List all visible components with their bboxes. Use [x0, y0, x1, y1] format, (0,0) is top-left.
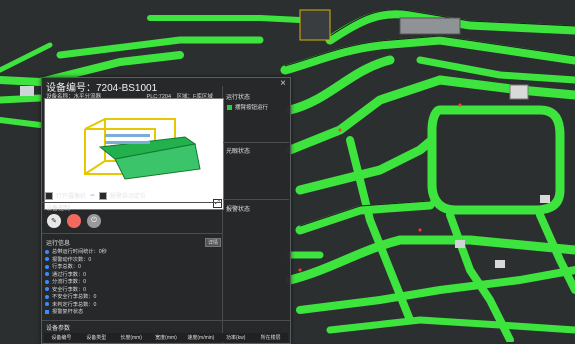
bullet-icon	[45, 249, 49, 254]
bullet-icon	[45, 272, 49, 277]
status-item: 摆臂按钮运行	[227, 103, 268, 111]
stat-item: 不安全行李总数：0	[45, 293, 107, 301]
status-square-icon	[45, 309, 49, 314]
bullet-icon	[45, 279, 49, 284]
stat-item: 报警复杆状态	[45, 308, 107, 316]
divider	[223, 142, 289, 143]
expand-icon[interactable]: ⤢	[213, 199, 222, 208]
open-camera-label: 打开摄像机	[56, 194, 87, 200]
auto-locate-checkbox[interactable]	[99, 191, 108, 200]
divider	[42, 233, 222, 234]
divider	[223, 199, 289, 200]
camera-options-row: 打开摄像机 ⇔ 报警自动定位	[45, 191, 146, 200]
bullet-icon	[45, 287, 49, 292]
stat-item: 未判定行李总数：0	[45, 301, 107, 309]
stop-button[interactable]	[67, 214, 81, 228]
stat-item: 安全行李数：0	[45, 286, 107, 294]
bullet-icon	[45, 302, 49, 307]
bullet-icon	[45, 257, 49, 262]
device-params-title: 设备参数	[46, 326, 71, 332]
open-camera-checkbox[interactable]	[45, 191, 53, 200]
device-info-dialog: 设备编号：7204-BS1001 × 设备名称：水平分流器 PLC:7204 区…	[41, 77, 291, 344]
device-control-title: 设备控制	[46, 206, 71, 212]
stat-item: 分流行李数：0	[45, 278, 107, 286]
stat-item: 总带运行时间统计：0秒	[45, 248, 107, 256]
diverter-model-image	[45, 99, 223, 191]
bullet-icon	[45, 294, 49, 299]
table-header-cell: 设备编号	[51, 335, 72, 341]
alarm-status-title: 报警状态	[226, 207, 251, 213]
table-header-cell: 功率(kw)	[226, 335, 246, 341]
bullet-icon	[45, 264, 49, 269]
status-ok-icon	[227, 104, 232, 110]
stat-item: 通过行李数：0	[45, 271, 107, 279]
stat-item: 行李总数：0	[45, 263, 107, 271]
detail-button[interactable]: 详情	[205, 238, 222, 247]
table-header-cell: 长度(mm)	[120, 335, 142, 341]
table-header-cell: 宽度(mm)	[155, 335, 177, 341]
photo-eye-status-title: 光眼状态	[226, 149, 251, 155]
run-status-title: 运行状态	[226, 95, 251, 101]
power-button[interactable]: ⏻	[87, 214, 101, 228]
auto-locate-label: 报警自动定位	[110, 194, 147, 200]
divider	[42, 320, 290, 321]
run-info-title: 运行信息	[46, 241, 71, 247]
stat-item: 报警动作次数：0	[45, 256, 107, 264]
manual-control-button[interactable]: ✎	[47, 214, 61, 228]
close-icon[interactable]: ×	[280, 78, 286, 89]
table-header-cell: 设备类型	[86, 335, 107, 341]
link-icon[interactable]: ⇔	[89, 192, 96, 199]
table-header-cell: 速度(m/min)	[187, 335, 215, 341]
params-table-header: 设备编号 设备类型 长度(mm) 宽度(mm) 速度(m/min) 功率(kw)…	[44, 333, 288, 342]
run-stats-list: 总带运行时间统计：0秒 报警动作次数：0 行李总数：0 通过行李数：0 分流行李…	[45, 248, 107, 316]
table-header-cell: 所在楼层	[260, 335, 281, 341]
